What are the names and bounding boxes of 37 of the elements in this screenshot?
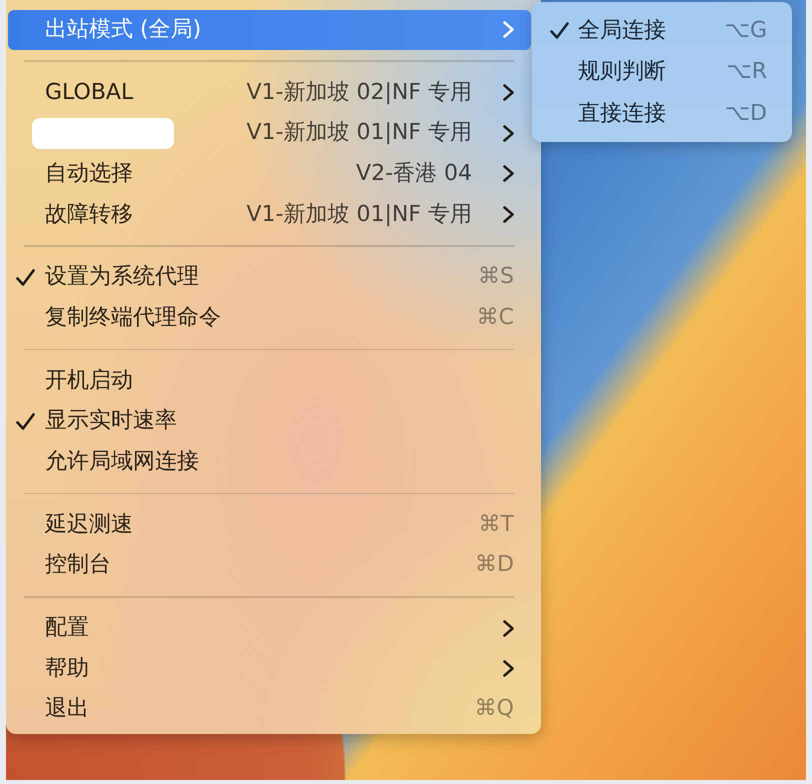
selected-proxy-label: V1-新加坡 02|NF 专用 [246,82,472,104]
chevron-right-icon [503,84,514,102]
menu-item[interactable]: 自动选择 V2-香港 04 [8,154,531,194]
chevron-right-icon [503,620,514,637]
menu-item[interactable]: 配置 [8,608,531,648]
menu-item[interactable]: 设置为系统代理 ⌘S [8,257,531,298]
shortcut-label: ⌥G [724,20,767,42]
menu-item[interactable]: 显示实时速率 [8,402,531,442]
menu-item[interactable]: 直接连接 ⌥D [532,93,792,135]
menu-item[interactable]: 帮助 [8,648,531,689]
menu-item[interactable]: 规则判断 ⌥R [532,52,792,94]
shortcut-label: ⌘T [478,514,514,536]
shortcut-label: ⌘S [478,266,514,288]
shortcut-label: ⌥D [724,103,767,126]
menu-item[interactable]: 控制台 ⌘D [8,546,531,586]
selected-proxy-label: V1-新加坡 01|NF 专用 [246,204,472,226]
shortcut-label: ⌘Q [474,698,514,720]
menu-item[interactable]: V1-新加坡 01|NF 专用 [8,113,531,154]
menu-item[interactable]: GLOBAL V1-新加坡 02|NF 专用 [8,72,531,112]
chevron-right-icon [503,124,514,142]
chevron-right-icon [503,165,514,182]
menu-item[interactable]: 退出 ⌘Q [8,690,531,730]
shortcut-label: ⌥R [726,61,767,84]
menu-item[interactable]: 故障转移 V1-新加坡 01|NF 专用 [8,194,531,234]
selected-proxy-label: V1-新加坡 01|NF 专用 [246,122,472,144]
menu-item[interactable]: 允许局域网连接 [8,442,531,482]
menu-item[interactable]: 延迟测速 ⌘T [8,504,531,545]
menu-item[interactable]: 出站模式 (全局) [8,10,531,50]
chevron-right-icon [503,660,514,678]
menu-item[interactable]: 复制终端代理命令 ⌘C [8,298,531,338]
selected-proxy-label: V2-香港 04 [356,162,472,185]
chevron-right-icon [503,21,514,38]
shortcut-label: ⌘C [476,306,514,329]
menu-item[interactable]: 开机启动 [8,360,531,400]
chevron-right-icon [503,206,514,224]
shortcut-label: ⌘D [475,554,514,576]
menu-item[interactable]: 全局连接 ⌥G [532,10,792,52]
